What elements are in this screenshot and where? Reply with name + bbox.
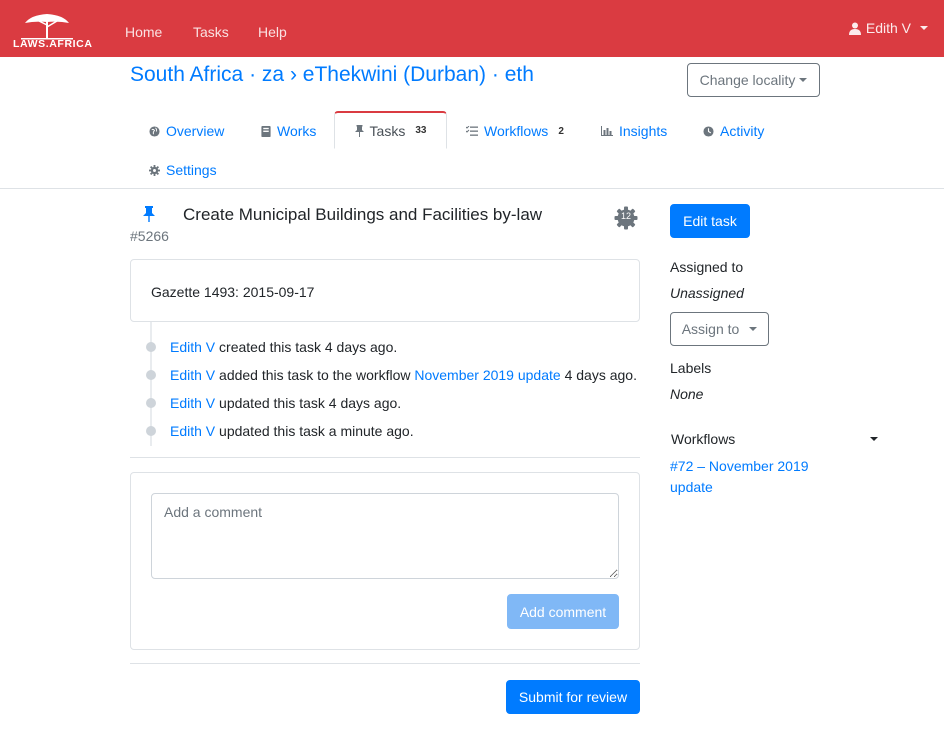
chevron-down-icon xyxy=(799,78,808,82)
tab-workflows[interactable]: Workflows 2 xyxy=(466,112,564,150)
clock-icon xyxy=(703,125,714,137)
workflow-item-link[interactable]: #72 – November 2019 update xyxy=(670,456,830,498)
add-comment-button[interactable]: Add comment xyxy=(507,594,619,629)
labels-label: Labels xyxy=(670,360,712,376)
place-breadcrumb: South Africa · za › eThekwini (Durban) ·… xyxy=(130,63,534,87)
timeline-entry: Edith V updated this task 4 days ago. xyxy=(170,395,401,411)
tab-works[interactable]: Works xyxy=(261,112,316,150)
user-icon xyxy=(848,22,861,35)
gazette-info: Gazette 1493: 2015-09-17 xyxy=(151,284,315,300)
timeline-text: added this task to the workflow xyxy=(219,367,411,383)
tab-workflows-label: Workflows xyxy=(484,123,549,139)
timeline-text: created this task 4 days ago. xyxy=(219,339,398,355)
timeline-dot xyxy=(146,342,156,352)
pin-icon xyxy=(143,206,155,222)
laws-africa-logo[interactable]: LAWS.AFRICA xyxy=(13,9,93,50)
tab-settings-label: Settings xyxy=(166,162,217,178)
timeline-text: updated this task 4 days ago. xyxy=(219,395,402,411)
timeline-dot xyxy=(146,426,156,436)
assigned-to-label: Assigned to xyxy=(670,259,744,275)
bar-chart-icon xyxy=(601,126,613,136)
gear-badge-count: 12 xyxy=(620,211,631,221)
gear-icon xyxy=(149,164,160,176)
divider xyxy=(130,663,640,664)
chevron-down-icon xyxy=(749,327,758,331)
timeline-entry: Edith V added this task to the workflow … xyxy=(170,367,637,383)
user-link[interactable]: Edith V xyxy=(170,395,215,411)
acacia-tree-icon xyxy=(21,14,73,40)
comment-input[interactable] xyxy=(151,493,619,579)
country-link[interactable]: South Africa xyxy=(130,63,243,86)
user-link[interactable]: Edith V xyxy=(170,367,215,383)
user-name: Edith V xyxy=(865,20,911,36)
task-title: Create Municipal Buildings and Facilitie… xyxy=(183,205,543,224)
list-check-icon xyxy=(466,126,478,136)
nav-home[interactable]: Home xyxy=(125,24,162,40)
chevron-down-icon xyxy=(870,437,878,441)
assign-to-label: Assign to xyxy=(681,321,740,337)
tab-overview[interactable]: Overview xyxy=(149,112,224,150)
tab-works-label: Works xyxy=(277,123,317,139)
locality-code-link[interactable]: eth xyxy=(505,63,534,86)
labels-value: None xyxy=(670,386,704,402)
locality-link[interactable]: eThekwini (Durban) xyxy=(303,63,486,86)
user-menu[interactable]: Edith V xyxy=(848,20,928,36)
tab-insights[interactable]: Insights xyxy=(601,112,667,150)
nav-help[interactable]: Help xyxy=(258,24,287,40)
timeline-entry: Edith V created this task 4 days ago. xyxy=(170,339,397,355)
task-gear-badge[interactable]: 12 xyxy=(614,206,638,230)
workflows-dropdown[interactable]: Workflows xyxy=(670,429,878,449)
submit-for-review-button[interactable]: Submit for review xyxy=(506,680,640,714)
assign-to-button[interactable]: Assign to xyxy=(670,312,769,346)
top-navbar: LAWS.AFRICA Home Tasks Help Edith V xyxy=(0,0,944,57)
timeline-dot xyxy=(146,398,156,408)
user-link[interactable]: Edith V xyxy=(170,339,215,355)
divider xyxy=(130,457,640,458)
pin-icon xyxy=(354,124,364,137)
assigned-to-value: Unassigned xyxy=(670,285,744,301)
tab-overview-label: Overview xyxy=(166,123,225,139)
tab-activity-label: Activity xyxy=(720,123,765,139)
tab-activity[interactable]: Activity xyxy=(703,112,764,150)
workflows-label: Workflows xyxy=(671,431,736,447)
country-code-link[interactable]: za xyxy=(262,63,284,86)
tab-tasks-label: Tasks xyxy=(369,122,406,139)
timeline-text: updated this task a minute ago. xyxy=(219,423,414,439)
timeline-suffix: 4 days ago. xyxy=(564,367,637,383)
tab-settings[interactable]: Settings xyxy=(149,151,217,189)
globe-icon xyxy=(149,125,160,137)
tab-tasks[interactable]: Tasks 33 xyxy=(334,111,447,149)
workflow-link[interactable]: November 2019 update xyxy=(414,367,560,383)
separator-dot: · xyxy=(491,63,505,86)
change-locality-label: Change locality xyxy=(699,72,796,88)
change-locality-button[interactable]: Change locality xyxy=(687,63,820,97)
logo-text: LAWS.AFRICA xyxy=(13,38,93,50)
tabs-divider xyxy=(0,188,944,189)
separator-chevron: › xyxy=(289,63,303,86)
chevron-down-icon xyxy=(920,26,928,30)
book-icon xyxy=(261,125,271,137)
tab-insights-label: Insights xyxy=(619,123,668,139)
timeline-entry: Edith V updated this task a minute ago. xyxy=(170,423,414,439)
tasks-count-badge: 33 xyxy=(415,125,427,136)
workflows-count-badge: 2 xyxy=(558,125,564,137)
edit-task-button[interactable]: Edit task xyxy=(670,204,750,238)
separator-dot: · xyxy=(249,63,262,86)
user-link[interactable]: Edith V xyxy=(170,423,215,439)
task-id: #5266 xyxy=(130,228,169,244)
timeline-dot xyxy=(146,370,156,380)
nav-tasks[interactable]: Tasks xyxy=(193,24,229,40)
